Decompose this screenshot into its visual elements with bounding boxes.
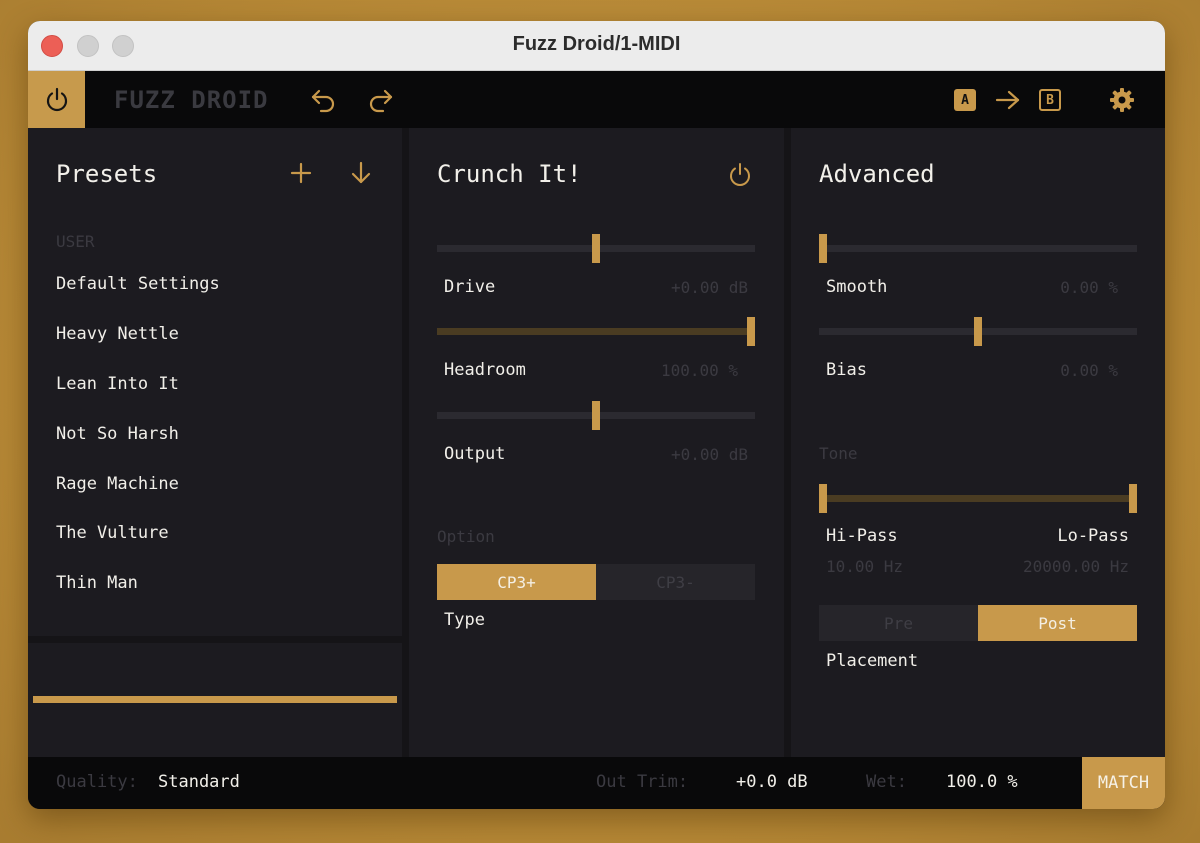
preset-item[interactable]: Lean Into It — [56, 374, 179, 394]
advanced-panel: Advanced Smooth 0.00 % Bias 0.00 % Tone … — [791, 128, 1165, 757]
presets-panel: Presets USER Default Settings Heavy Nett… — [28, 128, 402, 636]
copy-a-to-b-button[interactable] — [993, 85, 1023, 115]
redo-icon — [369, 89, 393, 113]
type-cp3plus-button[interactable]: CP3+ — [437, 564, 596, 600]
gear-icon — [1110, 88, 1134, 112]
drive-label: Drive — [444, 277, 496, 297]
preset-item[interactable]: Heavy Nettle — [56, 324, 179, 344]
placement-label: Placement — [826, 651, 919, 671]
save-preset-button[interactable] — [346, 158, 376, 188]
bias-label: Bias — [826, 360, 867, 380]
crunch-title: Crunch It! — [437, 160, 582, 188]
preset-item[interactable]: Default Settings — [56, 274, 220, 294]
headroom-slider-fill — [437, 328, 755, 335]
power-icon — [730, 163, 750, 186]
status-bar: Quality: Standard Out Trim: +0.0 dB Wet:… — [28, 757, 1165, 809]
match-button[interactable]: MATCH — [1082, 757, 1165, 809]
preset-item[interactable]: Thin Man — [56, 573, 138, 593]
headroom-slider-thumb[interactable] — [747, 317, 755, 346]
quality-label: Quality: — [56, 772, 138, 792]
smooth-slider-track[interactable] — [819, 245, 1137, 252]
plugin-header: FUZZ DROID A B — [28, 71, 1165, 128]
tone-range-fill — [819, 495, 1137, 502]
window-title: Fuzz Droid/1-MIDI — [512, 33, 681, 55]
presets-title: Presets — [56, 160, 158, 188]
output-label: Output — [444, 444, 506, 464]
bias-slider-thumb[interactable] — [974, 317, 982, 346]
drive-value: +0.00 dB — [670, 278, 748, 297]
smooth-slider-thumb[interactable] — [819, 234, 827, 263]
tone-section-label: Tone — [819, 444, 858, 463]
type-label: Type — [444, 610, 485, 630]
lopass-thumb[interactable] — [1129, 484, 1137, 513]
plugin-logo: FUZZ DROID — [114, 86, 269, 114]
output-value: +0.00 dB — [670, 445, 748, 464]
preset-item[interactable]: The Vulture — [56, 523, 169, 543]
option-section-label: Option — [437, 527, 495, 546]
bias-value: 0.00 % — [1060, 361, 1118, 380]
advanced-title: Advanced — [819, 160, 935, 188]
power-icon — [46, 87, 67, 111]
headroom-label: Headroom — [444, 360, 526, 380]
quality-value[interactable]: Standard — [158, 772, 240, 792]
drive-slider-thumb[interactable] — [592, 234, 600, 263]
smooth-value: 0.00 % — [1060, 278, 1118, 297]
output-slider-thumb[interactable] — [592, 401, 600, 430]
settings-button[interactable] — [1107, 85, 1137, 115]
preset-item[interactable]: Not So Harsh — [56, 424, 179, 444]
preset-item[interactable]: Rage Machine — [56, 474, 179, 494]
redo-button[interactable] — [364, 84, 396, 116]
out-trim-value[interactable]: +0.0 dB — [736, 772, 808, 792]
placement-pre-button[interactable]: Pre — [819, 605, 978, 641]
type-cp3minus-button[interactable]: CP3- — [596, 564, 755, 600]
preset-b-button[interactable]: B — [1039, 89, 1061, 111]
level-meter-bar — [33, 696, 397, 703]
title-bar: Fuzz Droid/1-MIDI — [28, 21, 1165, 71]
bypass-power-button[interactable] — [28, 71, 85, 128]
preset-a-button[interactable]: A — [954, 89, 976, 111]
hipass-thumb[interactable] — [819, 484, 827, 513]
wet-label: Wet: — [866, 772, 907, 792]
undo-button[interactable] — [308, 84, 340, 116]
undo-icon — [311, 89, 335, 113]
crunch-panel: Crunch It! Drive +0.00 dB Headroom 100.0… — [409, 128, 784, 757]
level-meter-panel — [28, 643, 402, 757]
lopass-value: 20000.00 Hz — [1023, 557, 1129, 576]
plus-icon — [290, 162, 312, 184]
hipass-label: Hi-Pass — [826, 526, 898, 546]
out-trim-label: Out Trim: — [596, 772, 689, 792]
add-preset-button[interactable] — [286, 158, 316, 188]
preset-group-label: USER — [56, 232, 95, 251]
lopass-label: Lo-Pass — [1057, 526, 1129, 546]
arrow-right-icon — [995, 90, 1020, 110]
plugin-window: Fuzz Droid/1-MIDI FUZZ DROID A B Presets… — [28, 21, 1165, 809]
download-arrow-icon — [351, 161, 371, 184]
wet-value[interactable]: 100.0 % — [946, 772, 1018, 792]
smooth-label: Smooth — [826, 277, 888, 297]
placement-post-button[interactable]: Post — [978, 605, 1137, 641]
hipass-value: 10.00 Hz — [826, 557, 904, 576]
crunch-power-button[interactable] — [723, 158, 757, 192]
headroom-value: 100.00 % — [660, 361, 738, 380]
